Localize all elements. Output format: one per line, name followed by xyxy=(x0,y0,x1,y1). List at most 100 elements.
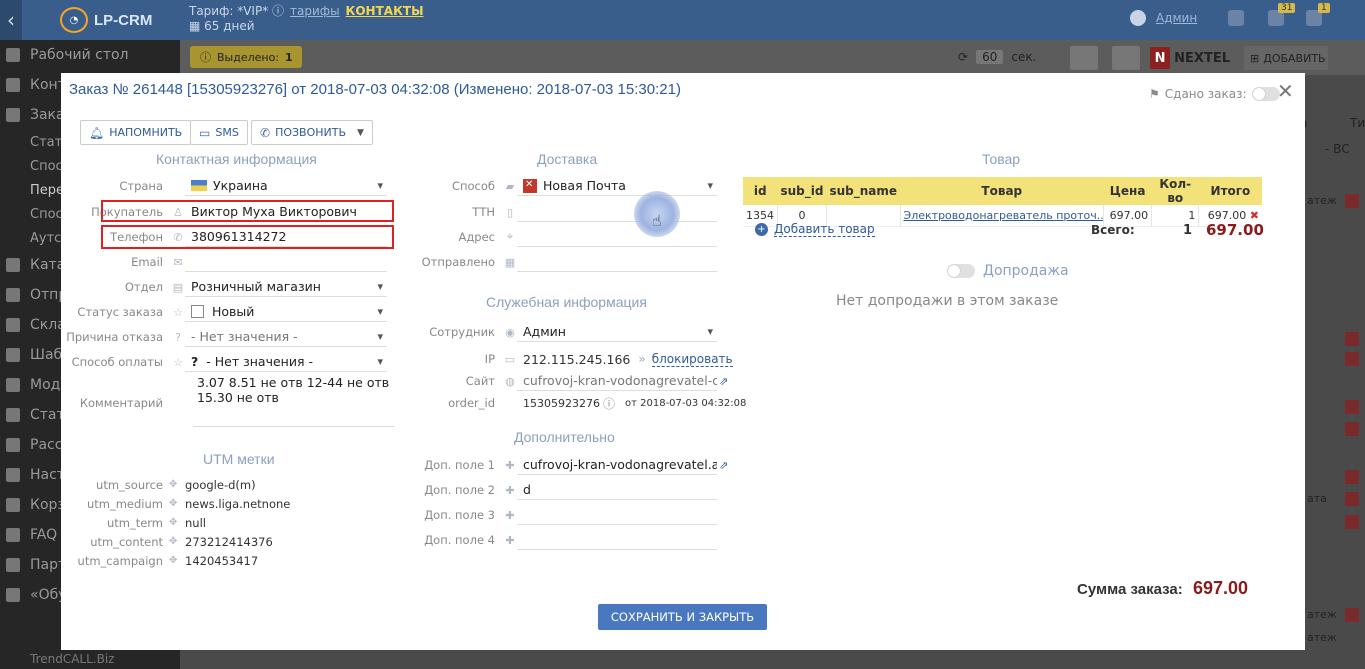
sent-date-input[interactable] xyxy=(517,252,717,272)
close-icon[interactable]: ✕ xyxy=(1277,79,1294,103)
upsell-switch[interactable] xyxy=(947,264,975,278)
user-name[interactable]: Админ xyxy=(1156,11,1197,25)
status-select[interactable]: Новый xyxy=(185,302,387,322)
upsell-toggle[interactable]: Допродажа xyxy=(947,263,1069,279)
arrows-icon: ✥ xyxy=(169,555,178,566)
extra-field-2-label: Доп. поле 2 xyxy=(424,483,495,497)
comment-textarea[interactable]: 3.07 8.51 не отв 12-44 не отв 15.30 не о… xyxy=(193,375,395,427)
catalog-icon xyxy=(6,258,20,272)
delivery-icon xyxy=(1345,194,1359,208)
site-row: Сайт ◍ cufrovoj-kran-vodonagrevatel-d.as… xyxy=(391,369,728,393)
call-label: ПОЗВОНИТЬ xyxy=(275,126,347,139)
delivery-method-value: Новая Почта xyxy=(543,178,626,193)
extra-section-title: Дополнительно xyxy=(514,429,615,445)
star-icon: ☆ xyxy=(173,305,183,319)
user-menu[interactable]: Админ xyxy=(1130,10,1197,26)
service-section-title: Служебная информация xyxy=(486,294,647,310)
save-and-close-button[interactable]: СОХРАНИТЬ И ЗАКРЫТЬ xyxy=(598,604,767,630)
email-input[interactable] xyxy=(185,252,387,272)
dept-select[interactable]: Розничный магазин xyxy=(185,277,387,297)
goods-header: sub_name xyxy=(826,177,901,205)
nextel-button[interactable]: N NEXTEL xyxy=(1150,46,1230,70)
info-icon: ⓘ xyxy=(272,4,285,18)
sms-button[interactable]: ▭ SMS xyxy=(190,120,248,145)
headset-icon[interactable] xyxy=(1228,10,1244,26)
bg-filter-dropdown[interactable]: - ВС xyxy=(1325,142,1350,156)
external-link-icon[interactable]: ⇗ xyxy=(719,459,728,472)
extra-field-3-label: Доп. поле 3 xyxy=(424,508,495,522)
extra-field-2-input[interactable]: d xyxy=(517,480,717,500)
extra-field-4-label: Доп. поле 4 xyxy=(424,533,495,547)
add-order-button[interactable]: ⊞ ДОБАВИТЬ xyxy=(1244,46,1328,70)
contact-section-title: Контактная информация xyxy=(156,151,317,167)
back-icon[interactable]: ‹ xyxy=(0,0,22,40)
extra-field-1-value: cufrovoj-kran-vodonagrevatel.astar xyxy=(523,457,717,472)
tariffs-link[interactable]: тарифы xyxy=(290,4,340,18)
puzzle-icon xyxy=(6,378,20,392)
selected-label: Выделено: xyxy=(217,50,280,64)
ttn-input[interactable] xyxy=(517,202,717,222)
arrows-icon: ✥ xyxy=(169,517,178,528)
goods-header: Товар xyxy=(900,177,1104,205)
extra-field-1-input[interactable]: cufrovoj-kran-vodonagrevatel.astar xyxy=(517,455,717,475)
refresh-icon: ⟳ xyxy=(958,50,969,64)
delivery-icon xyxy=(1345,608,1359,622)
delivery-icon xyxy=(1345,515,1359,529)
remind-button[interactable]: 🔔︎ НАПОМНИТЬ xyxy=(80,120,192,145)
done-toggle[interactable] xyxy=(1251,87,1280,101)
add-goods-button[interactable]: + Добавить товар xyxy=(755,222,875,237)
nova-poshta-icon xyxy=(523,178,537,193)
country-select[interactable]: Украина xyxy=(185,176,387,196)
building-icon: ▤ xyxy=(172,280,184,294)
logo[interactable]: ◔ LP-CRM xyxy=(60,6,180,34)
bg-row-text: атеж xyxy=(1307,608,1337,621)
settings-button[interactable] xyxy=(1112,46,1140,70)
bg-footer-text: TrendCALL.Biz xyxy=(30,652,115,666)
refresh-unit: сек. xyxy=(1011,50,1037,64)
map-pin-icon: ⌖ xyxy=(506,230,514,243)
logo-icon: ◔ xyxy=(60,7,88,33)
sidebar-item-dashboard[interactable]: Рабочий стол xyxy=(0,40,180,70)
delivery-method-select[interactable]: Новая Почта xyxy=(517,176,717,196)
upsell-empty-text: Нет допродажи в этом заказе xyxy=(836,293,1059,309)
payment-select[interactable]: ? - Нет значения - xyxy=(185,352,387,372)
external-link-icon[interactable]: ⇗ xyxy=(719,375,728,388)
ip-row: IP ▭ 212.115.245.166 » блокировать xyxy=(391,347,733,371)
call-button[interactable]: ✆ ПОЗВОНИТЬ ▼ xyxy=(251,120,373,145)
delivery-icon xyxy=(1345,352,1359,366)
add-label: ДОБАВИТЬ xyxy=(1263,51,1326,65)
delivery-icon xyxy=(1345,470,1359,484)
sent-label: Отправлено xyxy=(421,255,495,269)
remind-label: НАПОМНИТЬ xyxy=(109,126,183,139)
trash-icon xyxy=(6,498,20,512)
status-value: Новый xyxy=(212,304,255,319)
goods-name-link[interactable]: Электроводонагреватель проточ... xyxy=(900,205,1105,227)
extra-field-4-input[interactable] xyxy=(517,530,717,550)
reason-select[interactable]: - Нет значения - xyxy=(185,327,387,347)
email-row: Email ✉ xyxy=(61,250,387,274)
auto-refresh[interactable]: ⟳ 60 сек. xyxy=(958,50,1036,64)
block-ip-link[interactable]: блокировать xyxy=(651,352,733,367)
info-icon xyxy=(6,528,20,542)
order-done-toggle[interactable]: ⚑ Сдано заказ: xyxy=(1149,87,1280,101)
tariff-label: Тариф: *VIP* xyxy=(189,4,269,18)
search-button[interactable] xyxy=(1070,46,1098,70)
delete-icon[interactable]: ✖ xyxy=(1250,209,1259,222)
address-input[interactable] xyxy=(517,227,717,247)
logo-text: LP-CRM xyxy=(94,11,153,29)
sidebar-item-label: Зака xyxy=(30,107,65,123)
status-color-box xyxy=(191,305,204,318)
employee-select[interactable]: Админ xyxy=(517,322,717,342)
extra-field-3-input[interactable] xyxy=(517,505,717,525)
contacts-link[interactable]: КОНТАКТЫ xyxy=(346,4,424,18)
utm-key: utm_content xyxy=(90,534,163,549)
info-icon: ⓘ xyxy=(200,51,211,64)
phone-icon: ✆ xyxy=(260,125,271,140)
address-label: Адрес xyxy=(458,230,495,244)
delivery-icon xyxy=(1345,422,1359,436)
user-icon: ◉ xyxy=(505,325,515,339)
gear-icon xyxy=(6,468,20,482)
sidebar-item-label: Наст xyxy=(30,467,65,483)
broadcast-icon xyxy=(6,438,20,452)
plus-icon: + xyxy=(755,223,768,236)
